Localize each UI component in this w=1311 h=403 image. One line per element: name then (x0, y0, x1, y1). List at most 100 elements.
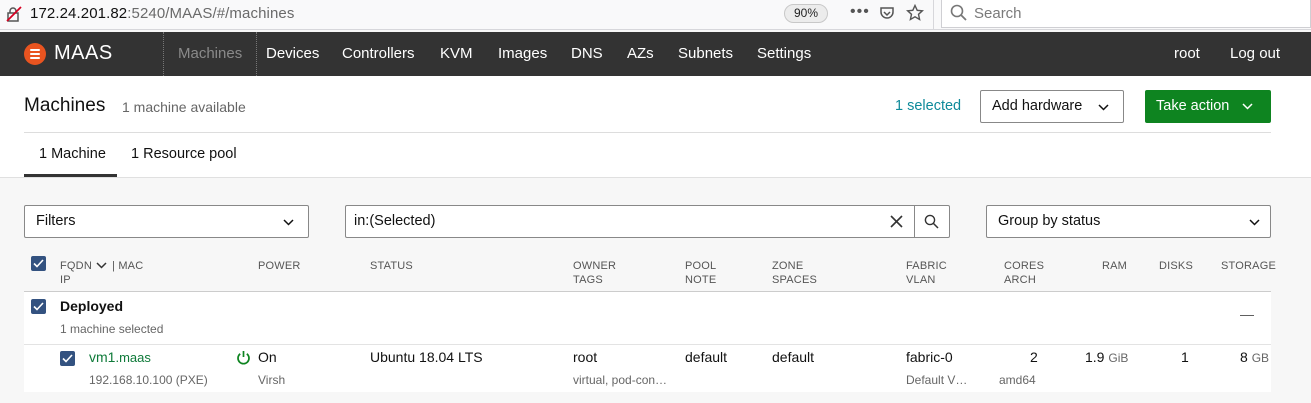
machine-storage: 8 GB (1240, 349, 1269, 365)
storage-unit: GB (1251, 351, 1270, 365)
maas-logo-icon[interactable] (24, 43, 46, 65)
filters-dropdown[interactable]: Filters (24, 205, 309, 238)
main-navigation: MAAS Machines Devices Controllers KVM Im… (0, 32, 1311, 76)
header-divider (24, 132, 1271, 133)
url-path: :5240/MAAS/#/machines (127, 5, 295, 22)
table-row[interactable]: vm1.maas 192.168.10.100 (PXE) On Virsh U… (24, 344, 1271, 392)
brand-name[interactable]: MAAS (54, 42, 113, 65)
col-spaces[interactable]: SPACES (772, 273, 817, 287)
take-action-button[interactable]: Take action (1145, 90, 1271, 123)
select-all-checkbox[interactable] (31, 256, 46, 271)
nav-controllers[interactable]: Controllers (342, 32, 415, 76)
group-by-label: Group by status (998, 213, 1101, 229)
nav-kvm[interactable]: KVM (440, 32, 473, 76)
col-storage[interactable]: STORAGE (1221, 259, 1276, 273)
filters-label: Filters (36, 213, 76, 229)
browser-search-placeholder: Search (974, 5, 1022, 22)
clear-search-icon[interactable] (890, 215, 903, 228)
machine-fabric: fabric-0 (906, 349, 953, 365)
machines-table-header: FQDN | MAC IP POWER STATUS OWNER TAGS PO… (24, 250, 1276, 292)
add-hardware-label: Add hardware (992, 98, 1083, 114)
url-host: 172.24.201.82 (30, 5, 128, 22)
col-ip[interactable]: IP (60, 273, 71, 287)
bookmark-star-icon[interactable] (906, 4, 924, 22)
machine-select-checkbox[interactable] (60, 351, 75, 366)
ram-value: 1.9 (1085, 349, 1105, 365)
add-hardware-button[interactable]: Add hardware (980, 90, 1124, 123)
page-header: Machines 1 machine available 1 selected … (0, 76, 1311, 178)
nav-azs[interactable]: AZs (627, 32, 654, 76)
insecure-connection-icon[interactable] (6, 6, 22, 22)
machine-zone: default (772, 349, 815, 365)
machine-hostname: vm1 (89, 349, 116, 365)
nav-subnets[interactable]: Subnets (678, 32, 733, 76)
chevron-down-icon (1242, 103, 1253, 110)
tab-resource-pools[interactable]: 1 Resource pool (131, 146, 237, 162)
active-tab-indicator (24, 174, 117, 177)
power-state: On (258, 349, 277, 365)
col-note[interactable]: NOTE (685, 273, 716, 287)
status-group-deployed: Deployed 1 machine selected — (24, 292, 1271, 344)
machine-cores: 2 (1030, 349, 1038, 365)
col-fqdn-label: FQDN (60, 260, 92, 272)
group-by-select[interactable]: Group by status (986, 205, 1271, 238)
zoom-level-badge[interactable]: 90% (784, 4, 828, 23)
power-type: Virsh (258, 373, 286, 387)
browser-search-box[interactable]: Search (941, 0, 1311, 28)
machine-domain: .maas (115, 350, 151, 365)
group-select-checkbox[interactable] (31, 299, 46, 314)
address-bar[interactable]: 172.24.201.82:5240/MAAS/#/machines (30, 5, 294, 22)
nav-machines[interactable]: Machines (163, 32, 258, 76)
ram-unit: GiB (1108, 351, 1129, 365)
search-icon (950, 4, 967, 21)
nav-dns[interactable]: DNS (571, 32, 603, 76)
machine-ram: 1.9 GiB (1085, 349, 1128, 365)
take-action-label: Take action (1156, 98, 1230, 114)
group-title: Deployed (60, 298, 124, 314)
machines-available-count: 1 machine available (122, 99, 246, 115)
machine-status: Ubuntu 18.04 LTS (370, 349, 483, 365)
selected-count-link[interactable]: 1 selected (895, 98, 961, 114)
machine-fqdn-link[interactable]: vm1.maas (89, 349, 151, 365)
col-status[interactable]: STATUS (370, 259, 413, 273)
col-arch[interactable]: ARCH (1004, 273, 1036, 287)
chevron-down-icon (283, 219, 294, 226)
machine-arch: amd64 (999, 373, 1036, 387)
logout-link[interactable]: Log out (1230, 32, 1280, 76)
browser-toolbar: 172.24.201.82:5240/MAAS/#/machines 90% •… (0, 0, 1311, 30)
col-pool[interactable]: POOL (685, 259, 716, 273)
col-disks[interactable]: DISKS (1159, 259, 1193, 273)
col-ram[interactable]: RAM (1102, 259, 1127, 273)
col-fabric[interactable]: FABRIC (906, 259, 947, 273)
col-owner[interactable]: OWNER (573, 259, 616, 273)
nav-devices[interactable]: Devices (266, 32, 319, 76)
page-actions-icon[interactable]: ••• (850, 3, 870, 21)
machine-owner: root (573, 349, 598, 365)
nav-settings[interactable]: Settings (757, 32, 811, 76)
collapse-group-icon[interactable]: — (1240, 306, 1254, 322)
col-cores[interactable]: CORES (1004, 259, 1044, 273)
col-tags[interactable]: TAGS (573, 273, 603, 287)
machine-ip: 192.168.10.100 (PXE) (89, 373, 208, 387)
machine-pool: default (685, 349, 728, 365)
col-fqdn[interactable]: FQDN (60, 259, 92, 273)
col-vlan[interactable]: VLAN (906, 273, 936, 287)
col-mac[interactable]: | MAC (112, 259, 143, 273)
power-icon[interactable] (236, 350, 251, 365)
group-selection-summary: 1 machine selected (60, 322, 164, 336)
nav-user[interactable]: root (1174, 32, 1200, 76)
nav-images[interactable]: Images (498, 32, 547, 76)
col-power[interactable]: POWER (258, 259, 301, 273)
search-value: in:(Selected) (354, 213, 436, 229)
search-icon[interactable] (924, 214, 939, 229)
machine-vlan: Default V… (906, 373, 968, 387)
machine-search-input[interactable]: in:(Selected) (345, 205, 950, 238)
tab-machines[interactable]: 1 Machine (39, 146, 106, 162)
pocket-icon[interactable] (879, 5, 895, 21)
storage-value: 8 (1240, 349, 1248, 365)
checkmark-icon (33, 302, 44, 311)
machine-disks: 1 (1181, 349, 1189, 365)
sort-chevron-icon[interactable] (96, 262, 107, 269)
col-zone[interactable]: ZONE (772, 259, 803, 273)
checkmark-icon (33, 259, 44, 268)
